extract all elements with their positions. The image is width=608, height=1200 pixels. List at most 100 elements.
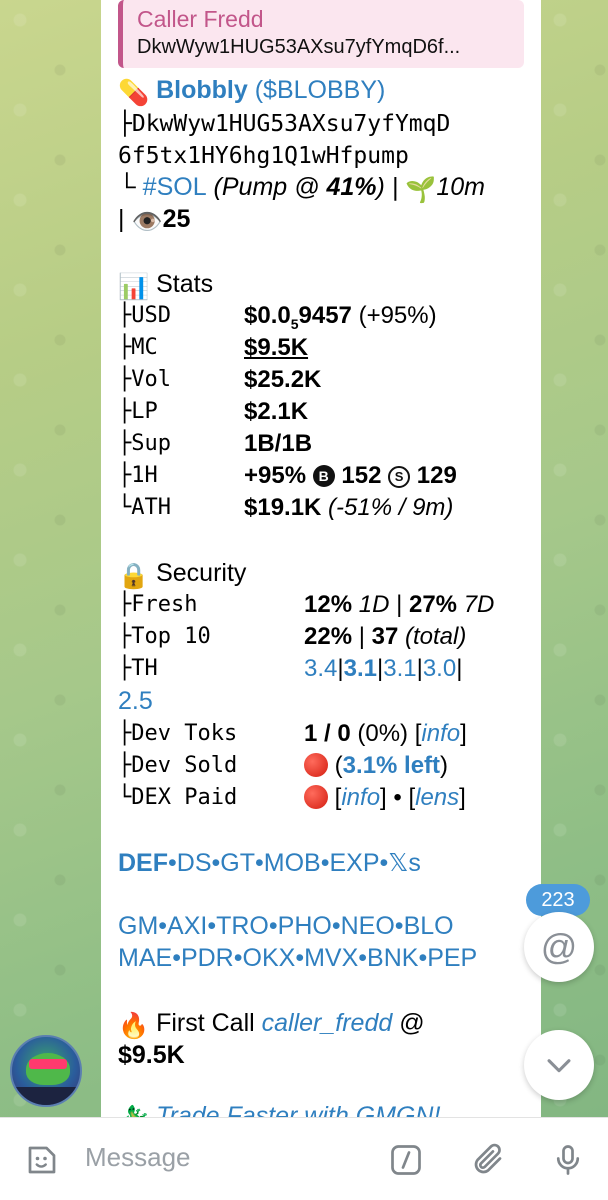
promo-link[interactable]: 🦎 Trade Faster with GMGN! <box>118 1100 440 1118</box>
stats-mc-value[interactable]: $9.5K <box>244 332 308 364</box>
links-row-3: MAE•PDR•OKX•MVX•BNK•PEP <box>118 944 478 972</box>
stats-label-mc: ├MC <box>118 335 158 360</box>
security-top10-value: 22% | 37 (total) <box>304 623 467 650</box>
frog-image <box>26 1053 70 1085</box>
link-mvx[interactable]: MVX <box>304 944 358 972</box>
tree-prefix: └ <box>118 173 143 201</box>
link-gt[interactable]: GT <box>220 849 255 877</box>
attach-button[interactable] <box>466 1138 510 1182</box>
bar-chart-icon: 📊 <box>118 273 150 301</box>
security-dev-toks-value: 1 / 0 (0%) [info] <box>304 720 467 747</box>
link-def[interactable]: DEF <box>118 849 168 877</box>
pump-close: ) | <box>376 173 406 201</box>
mention-button[interactable]: @ <box>524 912 594 982</box>
reply-preview[interactable]: Caller Fredd DkwWyw1HUG53AXsu7yfYmqD6f..… <box>118 0 524 68</box>
th-link[interactable]: 3.0 <box>423 655 456 682</box>
dev-sold-left-link[interactable]: 3.1% left <box>343 752 440 779</box>
desk-image <box>12 1087 80 1105</box>
security-header: 🔒 Security <box>118 557 246 592</box>
th-link[interactable]: 3.1 <box>383 655 416 682</box>
token-symbol-link[interactable]: $BLOBBY <box>263 76 377 104</box>
microphone-icon <box>556 1145 580 1175</box>
dex-lens-link[interactable]: lens <box>415 784 459 811</box>
token-address-line-2[interactable]: 6f5tx1HY6hg1Q1wHfpump <box>118 140 409 172</box>
bot-commands-button[interactable] <box>384 1138 428 1182</box>
stats-lp-value: $2.1K <box>244 398 309 425</box>
link-blo[interactable]: BLO <box>404 912 454 940</box>
paperclip-icon <box>474 1143 502 1174</box>
sticker-icon <box>28 1146 56 1174</box>
views-prefix: | <box>118 205 132 233</box>
security-label-fresh: ├Fresh <box>118 592 198 617</box>
security-label-top10: ├Top 10 <box>118 624 211 649</box>
fire-icon: 🔥 <box>118 1012 150 1040</box>
link-mob[interactable]: MOB <box>264 849 321 877</box>
security-th-value: 3.4|3.1|3.1|3.0| <box>304 655 463 682</box>
link-axi[interactable]: AXI <box>167 912 207 940</box>
token-chain-line: └ #SOL (Pump @ 41%) | 🌱10m <box>118 171 485 206</box>
eye-icon: 👁️ <box>131 208 163 236</box>
glasses-image <box>29 1059 67 1069</box>
stats-label-ath: └ATH <box>118 495 171 520</box>
scroll-down-button[interactable] <box>524 1030 594 1100</box>
stats-vol-value: $25.2K <box>244 366 322 393</box>
security-fresh-value: 12% 1D | 27% 7D <box>304 591 495 618</box>
stats-title: Stats <box>156 270 214 298</box>
chain-hashtag[interactable]: #SOL <box>143 173 207 201</box>
security-dex-paid-value: [info] • [lens] <box>304 782 466 814</box>
link-tro[interactable]: TRO <box>216 912 269 940</box>
security-label-dex-paid: └DEX Paid <box>118 785 238 810</box>
link-neo[interactable]: NEO <box>341 912 395 940</box>
link-bnk[interactable]: BNK <box>367 944 418 972</box>
pill-icon: 💊 <box>118 79 150 107</box>
stats-label-usd: ├USD <box>118 303 171 328</box>
token-header: 💊 Blobbly ($BLOBBY) <box>118 74 385 109</box>
link-pho[interactable]: PHO <box>278 912 332 940</box>
stats-label-sup: ├Sup <box>118 431 171 456</box>
lock-icon: 🔒 <box>118 562 150 590</box>
dev-toks-info-link[interactable]: info <box>421 720 460 747</box>
token-address-line-1[interactable]: ├DkwWyw1HUG53AXsu7yfYmqD <box>118 108 450 140</box>
th-link[interactable]: 3.1 <box>344 655 377 682</box>
link-pep[interactable]: PEP <box>427 944 477 972</box>
link-okx[interactable]: OKX <box>243 944 296 972</box>
security-label-dev-toks: ├Dev Toks <box>118 721 238 746</box>
reply-sender: Caller Fredd <box>137 6 264 32</box>
red-circle-icon <box>304 785 328 809</box>
chevron-down-icon <box>547 1059 571 1073</box>
security-title: Security <box>156 559 247 587</box>
slash-command-icon <box>391 1145 421 1175</box>
stats-sup-value: 1B/1B <box>244 430 313 457</box>
link-pdr[interactable]: PDR <box>181 944 234 972</box>
lizard-icon: 🦎 <box>118 1103 149 1118</box>
token-name-link[interactable]: Blobbly <box>156 76 248 104</box>
th-link-wrapped[interactable]: 2.5 <box>118 685 153 717</box>
emoji-button[interactable] <box>20 1138 64 1182</box>
token-address-1[interactable]: DkwWyw1HUG53AXsu7yfYmqD <box>132 111 451 137</box>
token-symbol-open: ( <box>247 76 264 104</box>
security-label-th: ├TH <box>118 656 158 681</box>
token-address-2[interactable]: 6f5tx1HY6hg1Q1wHfpump <box>118 143 409 169</box>
stats-1h-value: +95% B 152 S 129 <box>244 462 457 489</box>
link-mae[interactable]: MAE <box>118 944 172 972</box>
first-call-line: 🔥 First Call caller_fredd @ <box>118 1009 425 1040</box>
security-dev-sold-value: (3.1% left) <box>304 750 448 782</box>
first-call-value: $9.5K <box>118 1041 185 1069</box>
red-circle-icon <box>304 753 328 777</box>
link-exp[interactable]: EXP <box>329 849 379 877</box>
link-gm[interactable]: GM <box>118 912 158 940</box>
reply-text: DkwWyw1HUG53AXsu7yfYmqD6f... <box>137 36 461 58</box>
token-views-line: | 👁️25 <box>118 203 190 238</box>
stats-label-lp: ├LP <box>118 399 158 424</box>
voice-button[interactable] <box>546 1138 590 1182</box>
pump-percent: 41% <box>326 173 377 201</box>
th-link[interactable]: 3.4 <box>304 655 337 682</box>
message-input[interactable]: Message <box>85 1142 191 1173</box>
security-label-dev-sold: ├Dev Sold <box>118 753 238 778</box>
dex-info-link[interactable]: info <box>341 784 380 811</box>
caller-link[interactable]: caller_fredd <box>262 1009 393 1037</box>
stats-label-vol: ├Vol <box>118 367 171 392</box>
sender-avatar[interactable] <box>10 1035 82 1107</box>
link-ds[interactable]: DS <box>177 849 212 877</box>
link-xs[interactable]: 𝕏s <box>388 849 421 877</box>
